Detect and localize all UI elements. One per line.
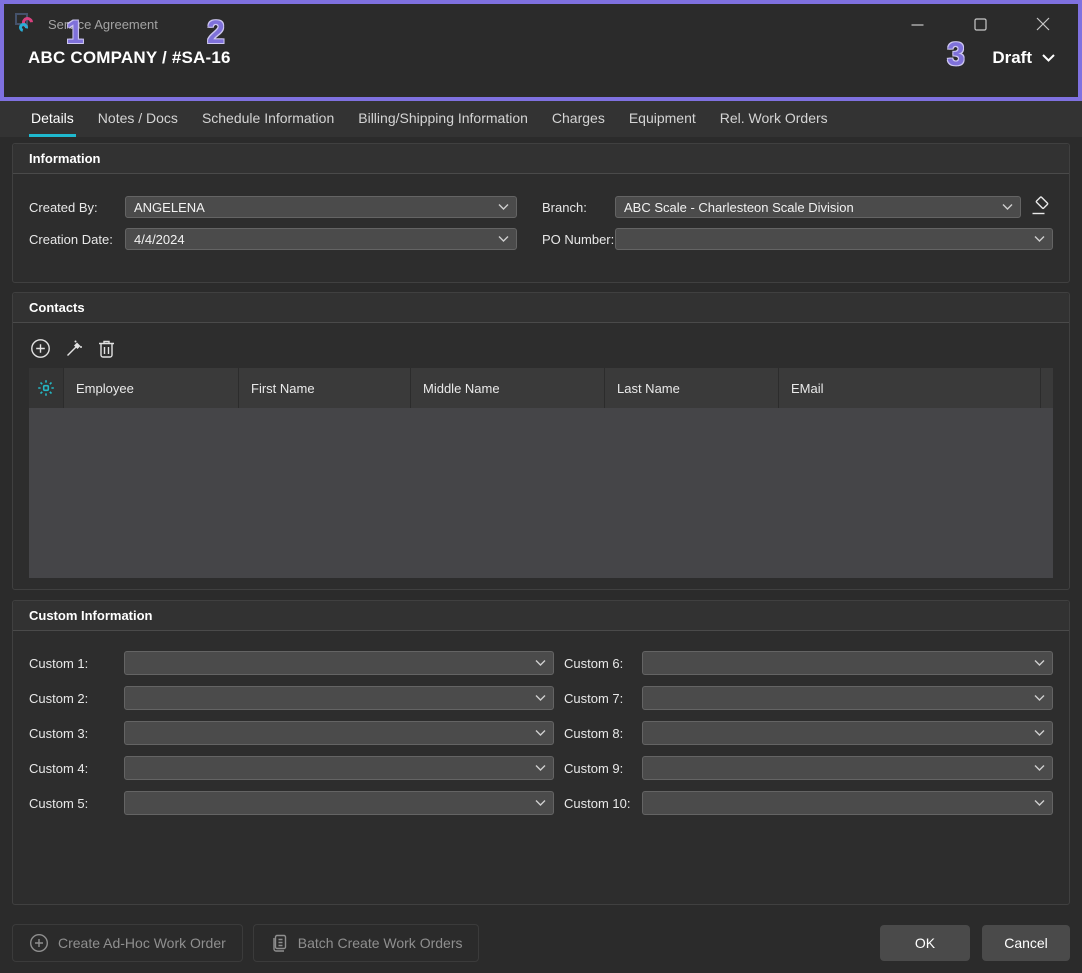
chevron-down-icon: [535, 695, 546, 702]
chevron-down-icon: [535, 730, 546, 737]
branch-label: Branch:: [542, 200, 615, 215]
chevron-down-icon: [535, 765, 546, 772]
batch-create-work-orders-button[interactable]: Batch Create Work Orders: [253, 924, 480, 962]
page-title: ABC COMPANY / #SA-16: [28, 48, 231, 68]
contacts-section-title: Contacts: [13, 293, 1069, 323]
chevron-down-icon: [535, 660, 546, 667]
custom-10-label: Custom 10:: [564, 796, 642, 811]
contacts-toolbar: [13, 323, 1069, 368]
column-header-end-spacer: [1041, 368, 1053, 408]
custom-10-dropdown[interactable]: [642, 791, 1053, 815]
documents-icon: [270, 933, 289, 953]
column-header-email[interactable]: EMail: [779, 368, 1041, 408]
contacts-table: Employee First Name Middle Name Last Nam…: [29, 368, 1053, 578]
po-number-label: PO Number:: [542, 232, 615, 247]
custom-5-dropdown[interactable]: [124, 791, 554, 815]
contacts-table-header: Employee First Name Middle Name Last Nam…: [29, 368, 1053, 408]
custom-5-label: Custom 5:: [29, 796, 124, 811]
custom-7-label: Custom 7:: [564, 691, 642, 706]
custom-3-label: Custom 3:: [29, 726, 124, 741]
minimize-icon[interactable]: [910, 17, 924, 31]
tab-schedule-information[interactable]: Schedule Information: [200, 101, 336, 137]
created-by-label: Created By:: [29, 200, 125, 215]
custom-1-label: Custom 1:: [29, 656, 124, 671]
sun-icon[interactable]: [29, 368, 64, 408]
custom-information-section: Custom Information Custom 1: Custom 6: C…: [12, 600, 1070, 905]
chevron-down-icon: [1034, 730, 1045, 737]
custom-4-label: Custom 4:: [29, 761, 124, 776]
chevron-down-icon: [535, 800, 546, 807]
tab-details[interactable]: Details: [29, 101, 76, 137]
custom-6-label: Custom 6:: [564, 656, 642, 671]
custom-9-dropdown[interactable]: [642, 756, 1053, 780]
column-header-last-name[interactable]: Last Name: [605, 368, 779, 408]
tab-bar: Details Notes / Docs Schedule Informatio…: [0, 101, 1082, 137]
chevron-down-icon: [1034, 800, 1045, 807]
chevron-down-icon: [1034, 660, 1045, 667]
creation-date-label: Creation Date:: [29, 232, 125, 247]
custom-2-dropdown[interactable]: [124, 686, 554, 710]
ok-button[interactable]: OK: [880, 925, 970, 961]
column-header-middle-name[interactable]: Middle Name: [411, 368, 605, 408]
tab-charges[interactable]: Charges: [550, 101, 607, 137]
branch-value: ABC Scale - Charlesteon Scale Division: [624, 200, 854, 215]
created-by-dropdown[interactable]: ANGELENA: [125, 196, 517, 218]
eraser-icon[interactable]: [1027, 194, 1053, 220]
custom-4-dropdown[interactable]: [124, 756, 554, 780]
po-number-dropdown[interactable]: [615, 228, 1053, 250]
custom-7-dropdown[interactable]: [642, 686, 1053, 710]
magic-wand-icon[interactable]: [62, 337, 84, 359]
custom-8-label: Custom 8:: [564, 726, 642, 741]
service-agreement-window: { "window": { "title": "Service Agreemen…: [0, 0, 1082, 973]
custom-1-dropdown[interactable]: [124, 651, 554, 675]
close-icon[interactable]: [1036, 17, 1050, 31]
app-logo-icon: [14, 12, 40, 36]
branch-dropdown[interactable]: ABC Scale - Charlesteon Scale Division: [615, 196, 1021, 218]
tab-billing-shipping-information[interactable]: Billing/Shipping Information: [356, 101, 530, 137]
custom-6-dropdown[interactable]: [642, 651, 1053, 675]
tab-equipment[interactable]: Equipment: [627, 101, 698, 137]
chevron-down-icon: [1034, 236, 1045, 243]
contacts-section: Contacts Employee First Name Middle Name…: [12, 292, 1070, 590]
column-header-employee[interactable]: Employee: [64, 368, 239, 408]
chevron-down-icon: [1034, 695, 1045, 702]
status-label: Draft: [992, 48, 1032, 68]
creation-date-dropdown[interactable]: 4/4/2024: [125, 228, 517, 250]
information-section-title: Information: [13, 144, 1069, 174]
footer-bar: Create Ad-Hoc Work Order Batch Create Wo…: [0, 913, 1082, 973]
plus-circle-icon: [29, 933, 49, 953]
column-header-first-name[interactable]: First Name: [239, 368, 411, 408]
chevron-down-icon: [1002, 204, 1013, 211]
tab-notes-docs[interactable]: Notes / Docs: [96, 101, 180, 137]
contacts-table-body-empty[interactable]: [29, 408, 1053, 578]
chevron-down-icon: [498, 236, 509, 243]
annotation-2: 2: [207, 14, 225, 51]
custom-9-label: Custom 9:: [564, 761, 642, 776]
chevron-down-icon: [498, 204, 509, 211]
custom-3-dropdown[interactable]: [124, 721, 554, 745]
create-adhoc-work-order-button[interactable]: Create Ad-Hoc Work Order: [12, 924, 243, 962]
chevron-down-icon: [1041, 53, 1056, 63]
custom-2-label: Custom 2:: [29, 691, 124, 706]
delete-trash-icon[interactable]: [95, 337, 117, 359]
tab-rel-work-orders[interactable]: Rel. Work Orders: [718, 101, 830, 137]
created-by-value: ANGELENA: [134, 200, 205, 215]
annotation-3: 3: [947, 36, 965, 73]
creation-date-value: 4/4/2024: [134, 232, 185, 247]
maximize-icon[interactable]: [973, 17, 987, 31]
window-title: Service Agreement: [48, 17, 910, 32]
custom-8-dropdown[interactable]: [642, 721, 1053, 745]
add-contact-icon[interactable]: [29, 337, 51, 359]
status-dropdown[interactable]: Draft: [992, 48, 1056, 68]
titlebar: Service Agreement: [4, 4, 1078, 38]
custom-information-section-title: Custom Information: [13, 601, 1069, 631]
cancel-button[interactable]: Cancel: [982, 925, 1070, 961]
chevron-down-icon: [1034, 765, 1045, 772]
annotation-1: 1: [66, 14, 84, 51]
window-header: Service Agreement ABC COMPANY / #SA-16 D…: [0, 0, 1082, 101]
information-section: Information Created By: ANGELENA Branch:…: [12, 143, 1070, 283]
